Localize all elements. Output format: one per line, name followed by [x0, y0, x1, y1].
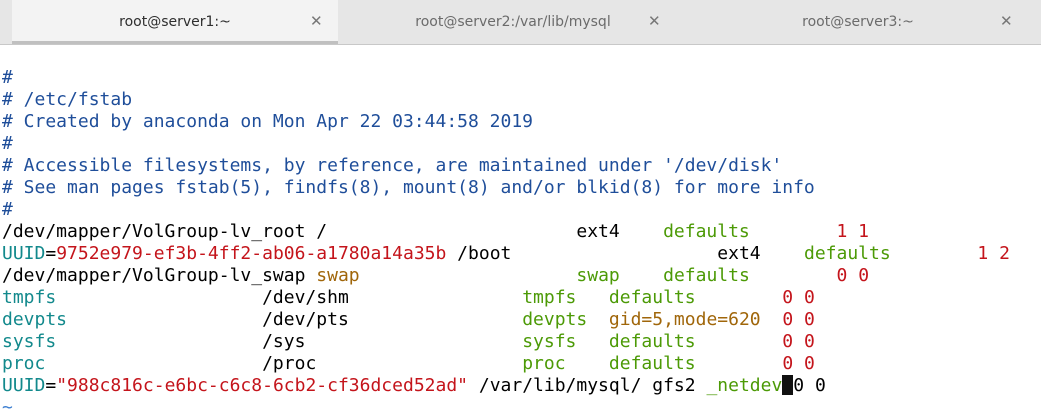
terminal-text: 0 0	[782, 287, 815, 308]
terminal-text: /dev/pts	[67, 309, 523, 330]
terminal-text: UUID	[2, 243, 46, 264]
terminal-text: 1 1	[836, 221, 869, 242]
close-icon[interactable]: ✕	[1000, 12, 1013, 30]
terminal-text: # Accessible filesystems, by reference, …	[2, 155, 783, 176]
terminal-line: # See man pages fstab(5), findfs(8), mou…	[2, 177, 1037, 199]
terminal-text: /dev/shm	[56, 287, 523, 308]
terminal-text: #	[2, 133, 13, 154]
terminal-text: /proc	[45, 353, 523, 374]
terminal-text: defaults	[608, 353, 696, 374]
terminal-text: proc	[522, 353, 566, 374]
terminal-text: /var/lib/mysql/ gfs2	[468, 375, 707, 396]
terminal-text: sysfs	[2, 331, 57, 352]
terminal-text: 1 2	[977, 243, 1010, 264]
terminal-text: defaults	[608, 287, 696, 308]
terminal-text: tmpfs	[2, 287, 57, 308]
terminal-line: # Accessible filesystems, by reference, …	[2, 155, 1037, 177]
terminal-text: defaults	[608, 331, 696, 352]
terminal-text: defaults	[804, 243, 891, 264]
terminal-line: #	[2, 199, 1037, 221]
terminal-text: # /etc/fstab	[2, 89, 133, 110]
terminal-text: gid=5,mode=620	[608, 309, 761, 330]
terminal-text: # Created by anaconda on Mon Apr 22 03:4…	[2, 111, 534, 132]
terminal-line: tmpfs /dev/shm tmpfs defaults 0 0	[2, 287, 1037, 309]
terminal-line: /dev/mapper/VolGroup-lv_swap swap swap d…	[2, 265, 1037, 287]
terminal-text: proc	[2, 353, 46, 374]
terminal-line: ~	[2, 397, 1037, 419]
terminal-line: #	[2, 133, 1037, 155]
terminal-text: UUID	[2, 375, 46, 396]
terminal-text: /sys	[56, 331, 523, 352]
terminal-text: #	[2, 199, 13, 220]
terminal-text: swap	[316, 265, 360, 286]
terminal-text: /dev/mapper/VolGroup-lv_swap	[2, 265, 317, 286]
terminal-text: devpts	[522, 309, 588, 330]
terminal-text: sysfs	[522, 331, 577, 352]
tab-label: root@server2:/var/lib/mysql	[415, 14, 611, 30]
terminal-text: defaults	[663, 265, 750, 286]
terminal-text: #	[2, 67, 13, 88]
close-icon[interactable]: ✕	[648, 12, 661, 30]
terminal-text: "988c816c-e6bc-c6c8-6cb2-cf36dced52ad"	[56, 375, 469, 396]
terminal-line: proc /proc proc defaults 0 0	[2, 353, 1037, 375]
terminal-text: /boot	[446, 243, 718, 264]
tab-bar: root@server1:~ ✕ root@server2:/var/lib/m…	[0, 0, 1041, 45]
tab-server2[interactable]: root@server2:/var/lib/mysql ✕	[338, 0, 688, 44]
tab-label: root@server3:~	[802, 14, 914, 30]
terminal-text: 0 0	[793, 375, 826, 396]
tab-server1[interactable]: root@server1:~ ✕	[12, 0, 338, 44]
terminal-text: tmpfs	[522, 287, 577, 308]
text-cursor	[782, 375, 794, 395]
terminal-text: =	[45, 375, 57, 396]
terminal-text: /dev/mapper/VolGroup-lv_root /	[2, 221, 577, 242]
terminal-text: # See man pages fstab(5), findfs(8), mou…	[2, 177, 815, 198]
terminal-line: # Created by anaconda on Mon Apr 22 03:4…	[2, 111, 1037, 133]
terminal-text: ext4	[576, 221, 620, 242]
terminal-line: devpts /dev/pts devpts gid=5,mode=620 0 …	[2, 309, 1037, 331]
terminal-text: ext4	[717, 243, 761, 264]
terminal-line: #	[2, 67, 1037, 89]
terminal-line: # /etc/fstab	[2, 89, 1037, 111]
terminal-text: defaults	[663, 221, 750, 242]
terminal-editor[interactable]: # # /etc/fstab # Created by anaconda on Mo…	[2, 67, 1037, 419]
terminal-text: 0 0	[836, 265, 870, 286]
terminal-line: UUID=9752e979-ef3b-4ff2-ab06-a1780a14a35…	[2, 243, 1037, 265]
terminal-line: sysfs /sys sysfs defaults 0 0	[2, 331, 1037, 353]
terminal-text: 0 0	[782, 309, 815, 330]
close-icon[interactable]: ✕	[310, 12, 323, 30]
terminal-text: 9752e979-ef3b-4ff2-ab06-a1780a14a35b	[56, 243, 447, 264]
terminal-line: /dev/mapper/VolGroup-lv_root / ext4 defa…	[2, 221, 1037, 243]
terminal-text: =	[45, 243, 57, 264]
terminal-text: 0 0	[782, 353, 815, 374]
terminal-line: UUID="988c816c-e6bc-c6c8-6cb2-cf36dced52…	[2, 375, 1037, 397]
terminal-text: devpts	[2, 309, 68, 330]
tab-label: root@server1:~	[119, 14, 231, 30]
terminal-text: 0 0	[782, 331, 815, 352]
tab-server3[interactable]: root@server3:~ ✕	[688, 0, 1028, 44]
terminal-text: _netdev	[706, 375, 783, 396]
terminal-text: swap	[576, 265, 620, 286]
terminal-text: ~	[2, 397, 13, 418]
